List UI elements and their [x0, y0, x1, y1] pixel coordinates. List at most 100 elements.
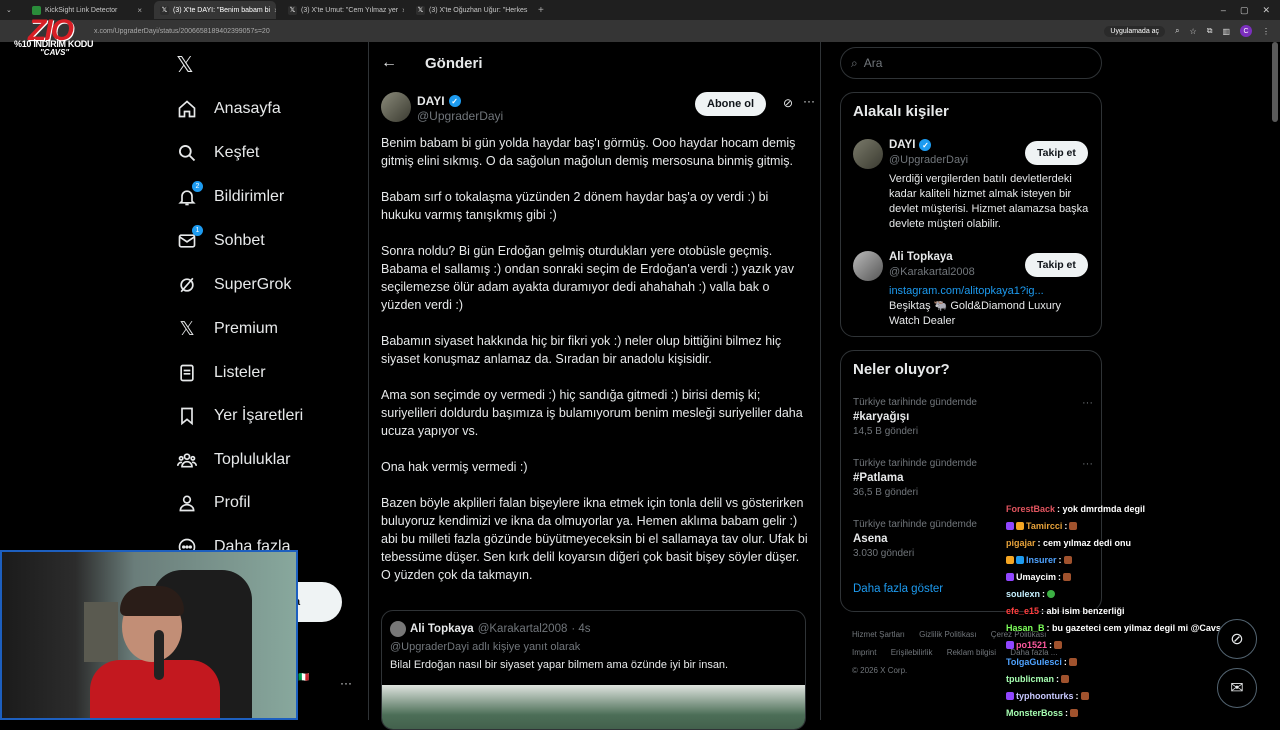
chat-user: Hasan_B: [1006, 622, 1045, 633]
sidebar-item-notifications[interactable]: 2 Bildirimler: [176, 181, 284, 208]
grok-icon[interactable]: ⊘: [783, 96, 793, 110]
chat-line: TolgaGulesci :: [1006, 653, 1246, 670]
sidebar-item-explore[interactable]: Keşfet: [176, 142, 259, 164]
chat-badge: 1: [192, 225, 203, 236]
chat-user: TolgaGulesci: [1006, 656, 1062, 667]
subscribe-button[interactable]: Abone ol: [695, 92, 767, 116]
x-logo-icon[interactable]: 𝕏: [176, 52, 194, 78]
follow-button[interactable]: Takip et: [1025, 141, 1088, 165]
trend-more-icon[interactable]: ···: [1082, 458, 1093, 470]
author-name: DAYI: [417, 94, 445, 108]
close-icon[interactable]: ×: [274, 6, 276, 15]
sidebar-item-premium[interactable]: 𝕏 Premium: [176, 318, 278, 340]
post-header: ← Gönderi: [381, 54, 483, 72]
quote-time: · 4s: [571, 623, 591, 635]
trend-more-icon[interactable]: ···: [1082, 397, 1093, 409]
author-avatar[interactable]: [381, 92, 411, 122]
x-icon: 𝕏: [288, 5, 297, 15]
footer-link[interactable]: Gizlilik Politikası: [919, 630, 976, 639]
person-link[interactable]: instagram.com/alitopkaya1?ig...: [889, 285, 1044, 297]
close-window-icon[interactable]: ✕: [1262, 5, 1270, 16]
messages-fab-button[interactable]: ✉: [1217, 668, 1257, 708]
sidebar-item-chat[interactable]: 1 Sohbet: [176, 225, 265, 252]
post-paragraph: Benim babam bi gün yolda haydar baş'ı gö…: [381, 136, 796, 168]
person-avatar[interactable]: [853, 251, 883, 281]
author-name-row[interactable]: DAYI ✓: [417, 94, 461, 108]
menu-icon[interactable]: ⋮: [1262, 27, 1270, 36]
open-in-app-button[interactable]: Uygulamada aç: [1104, 25, 1166, 37]
sidebar-item-label: Listeler: [214, 364, 266, 381]
footer-link[interactable]: Hizmet Şartları: [852, 630, 905, 639]
sidebar-item-profile[interactable]: Profil: [176, 492, 250, 514]
microphone-icon: [154, 630, 164, 680]
trend-name: #karyağışı: [853, 411, 910, 423]
bookmark-icon: [176, 405, 198, 427]
footer-link[interactable]: Erişilebilirlik: [891, 648, 933, 657]
chat-user: po1521: [1016, 639, 1048, 650]
quote-author-handle: @Karakartal2008: [477, 623, 568, 635]
chat-message: :: [1058, 571, 1062, 582]
person-bio: instagram.com/alitopkaya1?ig... Beşiktaş…: [889, 284, 1089, 329]
quote-text: Bilal Erdoğan nasıl bir siyaset yapar bi…: [390, 659, 729, 671]
related-people-card: Alakalı kişiler DAYI ✓ @UpgraderDayi Taki…: [840, 92, 1102, 337]
trend-count: 14,5 B gönderi: [853, 426, 919, 437]
post-body: Benim babam bi gün yolda haydar baş'ı gö…: [381, 134, 809, 602]
show-more-link[interactable]: Daha fazla göster: [853, 583, 943, 595]
sidebar-item-communities[interactable]: Topluluklar: [176, 449, 290, 471]
author-handle[interactable]: @UpgraderDayi: [417, 109, 503, 123]
address-bar[interactable]: x.com/UpgraderDayi/status/20066581894023…: [94, 28, 270, 35]
grok-fab-button[interactable]: ⊘: [1217, 619, 1257, 659]
mail-icon: ✉: [1230, 680, 1244, 697]
sidebar-item-lists[interactable]: Listeler: [176, 362, 266, 384]
browser-toolbar: x.com/UpgraderDayi/status/20066581894023…: [0, 20, 1280, 42]
chat-line: Tamircci :: [1006, 517, 1246, 534]
tab-oguzhan[interactable]: 𝕏 (3) X'te Oğuzhan Uğur: "Herkes×: [410, 1, 532, 19]
minimize-icon[interactable]: –: [1221, 5, 1226, 16]
quote-image[interactable]: [382, 685, 805, 729]
close-icon[interactable]: ×: [137, 6, 142, 15]
trend-item[interactable]: Türkiye tarihinde gündemde #karyağışı 14…: [853, 397, 1093, 437]
sidebar-item-label: Yer İşaretleri: [214, 407, 304, 424]
extensions-icon[interactable]: ⧉: [1207, 26, 1213, 36]
post-button-partial[interactable]: a: [292, 582, 342, 622]
trends-title: Neler oluyor?: [853, 361, 950, 378]
trend-item[interactable]: Türkiye tarihinde gündemde #Patlama 36,5…: [853, 458, 1093, 498]
sidebar-item-supergrok[interactable]: SuperGrok: [176, 274, 291, 296]
sidebar-icon[interactable]: ▥: [1222, 27, 1230, 36]
maximize-icon[interactable]: ▢: [1240, 5, 1249, 16]
trend-count: 36,5 B gönderi: [853, 487, 919, 498]
account-more-icon[interactable]: ···: [340, 676, 352, 690]
more-options-icon[interactable]: ···: [803, 94, 815, 108]
zoom-icon[interactable]: ⌕: [1175, 26, 1179, 36]
sidebar-item-home[interactable]: Anasayfa: [176, 98, 281, 120]
mail-icon: 1: [176, 225, 203, 252]
person-avatar[interactable]: [853, 139, 883, 169]
sidebar-item-label: Premium: [214, 320, 279, 337]
tab-dayi[interactable]: 𝕏 (3) X'te DAYI: "Benim babam bi×: [154, 1, 276, 19]
footer-link[interactable]: Reklam bilgisi: [947, 648, 996, 657]
close-icon[interactable]: ×: [531, 6, 532, 15]
back-arrow-icon[interactable]: ←: [381, 54, 397, 72]
emote-icon: [1080, 691, 1089, 700]
search-placeholder: Ara: [863, 56, 883, 70]
tab-search-icon[interactable]: ⌄: [6, 6, 20, 14]
new-tab-button[interactable]: +: [538, 5, 544, 16]
chat-line: ForestBack: yok dmrdmda degil: [1006, 500, 1246, 517]
chat-badge-icon: [1006, 555, 1014, 564]
sidebar-item-bookmarks[interactable]: Yer İşaretleri: [176, 405, 303, 427]
chat-line: typhoonturks :: [1006, 687, 1246, 704]
close-icon[interactable]: ×: [402, 6, 404, 15]
star-icon[interactable]: ☆: [1190, 27, 1197, 36]
page-scrollbar[interactable]: [1272, 42, 1278, 122]
tab-umut[interactable]: 𝕏 (3) X'te Umut: "Cem Yılmaz yer×: [282, 1, 404, 19]
search-input[interactable]: ⌕ Ara: [840, 47, 1102, 79]
quoted-post[interactable]: Ali Topkaya @Karakartal2008 · 4s @Upgrad…: [381, 610, 806, 730]
footer-link[interactable]: Imprint: [852, 648, 876, 657]
list-icon: [176, 362, 198, 384]
sidebar-item-label: Profil: [214, 494, 251, 511]
chat-badge-icon: [1006, 640, 1014, 649]
follow-button[interactable]: Takip et: [1025, 253, 1088, 277]
profile-avatar[interactable]: C: [1240, 25, 1252, 37]
browser-tabbar: ⌄ KickSight Link Detector × 𝕏 (3) X'te DAY…: [0, 0, 1280, 20]
tab-title: KickSight Link Detector: [45, 6, 118, 14]
